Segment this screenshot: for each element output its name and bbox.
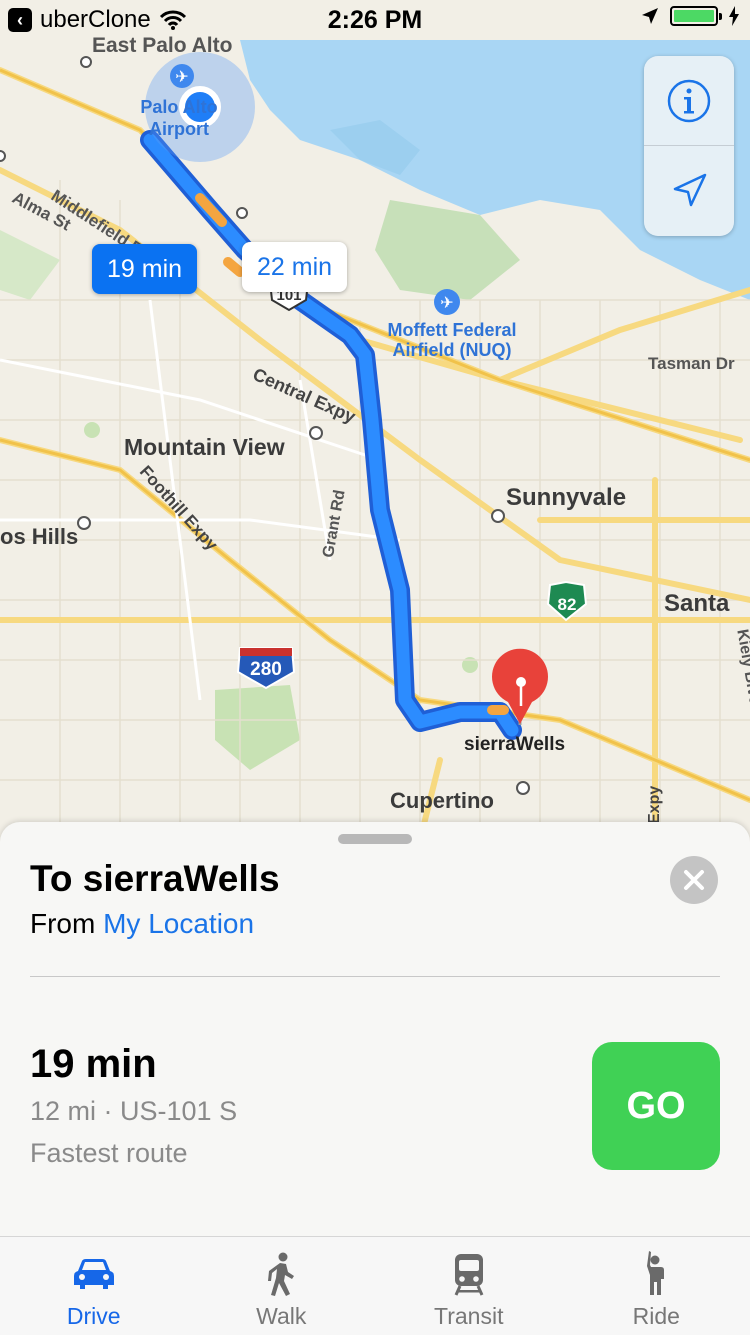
- divider: [30, 976, 720, 977]
- status-bar: ‹ uberClone 2:26 PM: [0, 0, 750, 40]
- tab-ride[interactable]: Ride: [563, 1237, 750, 1335]
- route-time-bubble-alternate[interactable]: 22 min: [242, 242, 347, 292]
- svg-text:82: 82: [558, 595, 577, 614]
- map-controls: [644, 56, 734, 236]
- label-santa: Santa: [664, 590, 729, 618]
- tab-transit-label: Transit: [434, 1303, 503, 1330]
- tab-ride-label: Ride: [633, 1303, 680, 1330]
- tab-drive-label: Drive: [67, 1303, 121, 1330]
- label-mountain-view: Mountain View: [124, 434, 285, 461]
- info-button[interactable]: [644, 56, 734, 145]
- train-icon: [452, 1252, 486, 1296]
- label-expy: Expy: [646, 786, 664, 824]
- walk-icon: [266, 1252, 296, 1296]
- sheet-grabber[interactable]: [338, 834, 412, 844]
- destination-title: To sierraWells: [30, 858, 280, 900]
- svg-text:280: 280: [250, 659, 282, 680]
- tab-drive[interactable]: Drive: [0, 1237, 188, 1335]
- label-palo-alto-airport: Palo Alto Airport: [140, 96, 218, 140]
- label-moffett: Moffett Federal Airfield (NUQ): [372, 320, 532, 360]
- location-arrow-icon: [669, 171, 709, 211]
- go-button[interactable]: GO: [592, 1042, 720, 1170]
- svg-text:✈: ✈: [440, 293, 453, 312]
- label-destination: sierraWells: [464, 734, 565, 756]
- route-note: Fastest route: [30, 1138, 188, 1169]
- directions-sheet: To sierraWells From My Location 19 min 1…: [0, 822, 750, 1236]
- from-label: From: [30, 908, 95, 939]
- charging-icon: [728, 6, 740, 26]
- route-distance-road: 12 mi · US-101 S: [30, 1096, 237, 1127]
- current-location-button[interactable]: [644, 146, 734, 235]
- label-los-altos-hills: os Hills: [0, 524, 78, 550]
- svg-text:✈: ✈: [175, 67, 188, 86]
- location-services-icon: [640, 6, 660, 26]
- origin-line: From My Location: [30, 908, 254, 940]
- transport-mode-tabbar: Drive Walk Transit: [0, 1236, 750, 1335]
- battery-icon: [670, 6, 718, 26]
- car-icon: [72, 1257, 116, 1291]
- tab-walk[interactable]: Walk: [188, 1237, 376, 1335]
- ride-icon: [641, 1251, 671, 1297]
- info-icon: [666, 78, 712, 124]
- label-cupertino: Cupertino: [390, 788, 494, 814]
- tab-walk-label: Walk: [256, 1303, 306, 1330]
- close-button[interactable]: [670, 856, 718, 904]
- label-sunnyvale: Sunnyvale: [506, 484, 626, 512]
- tab-transit[interactable]: Transit: [375, 1237, 563, 1335]
- route-duration[interactable]: 19 min: [30, 1042, 157, 1087]
- close-icon: [683, 869, 705, 891]
- airport-icon: ✈: [170, 64, 194, 88]
- route-time-bubble-primary[interactable]: 19 min: [92, 244, 197, 294]
- airport-icon: ✈: [434, 289, 460, 315]
- label-tasman-dr: Tasman Dr: [648, 354, 735, 374]
- origin-link[interactable]: My Location: [103, 908, 254, 939]
- map-view[interactable]: ✈ ✈ 82 280 101: [0, 0, 750, 840]
- status-time: 2:26 PM: [0, 6, 750, 35]
